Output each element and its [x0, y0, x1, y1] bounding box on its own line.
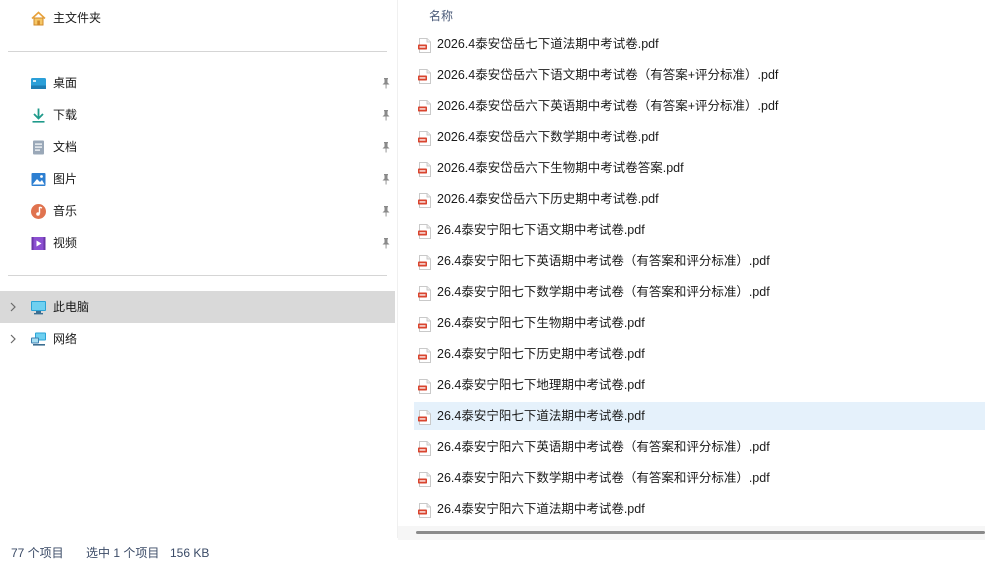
nav-item-music[interactable]: 音乐 — [0, 195, 395, 227]
file-row[interactable]: 26.4泰安宁阳七下生物期中考试卷.pdf — [414, 309, 985, 337]
documents-icon — [30, 139, 47, 156]
file-row[interactable]: 2026.4泰安岱岳六下数学期中考试卷.pdf — [414, 123, 985, 151]
status-size: 156 KB — [170, 546, 210, 560]
pdf-file-icon — [418, 131, 431, 146]
chevron-right-icon[interactable] — [8, 333, 18, 345]
pdf-file-icon — [418, 348, 431, 363]
file-row[interactable]: 26.4泰安宁阳七下数学期中考试卷（有答案和评分标准）.pdf — [414, 278, 985, 306]
nav-label-home: 主文件夹 — [53, 11, 102, 25]
pdf-file-icon — [418, 38, 431, 53]
nav-divider — [8, 275, 387, 276]
file-name: 2026.4泰安岱岳六下生物期中考试卷答案.pdf — [437, 161, 684, 175]
file-name: 2026.4泰安岱岳七下道法期中考试卷.pdf — [437, 37, 659, 51]
pin-icon[interactable] — [380, 109, 392, 121]
file-row[interactable]: 26.4泰安宁阳七下英语期中考试卷（有答案和评分标准）.pdf — [414, 247, 985, 275]
file-name: 26.4泰安宁阳七下数学期中考试卷（有答案和评分标准）.pdf — [437, 285, 770, 299]
file-name: 26.4泰安宁阳七下地理期中考试卷.pdf — [437, 378, 645, 392]
pdf-file-icon — [418, 193, 431, 208]
file-row[interactable]: 2026.4泰安岱岳六下生物期中考试卷答案.pdf — [414, 154, 985, 182]
nav-label-music: 音乐 — [53, 204, 78, 218]
network-icon — [30, 331, 47, 348]
status-selection: 选中 1 个项目 — [86, 546, 160, 560]
pin-icon[interactable] — [380, 173, 392, 185]
column-header-name[interactable]: 名称 — [429, 8, 453, 24]
videos-icon — [30, 235, 47, 252]
music-icon — [30, 203, 47, 220]
file-name: 26.4泰安宁阳六下道法期中考试卷.pdf — [437, 502, 645, 516]
pdf-file-icon — [418, 503, 431, 518]
pdf-file-icon — [418, 472, 431, 487]
nav-label-this-pc: 此电脑 — [53, 300, 90, 314]
file-row[interactable]: 26.4泰安宁阳六下道法期中考试卷.pdf — [414, 495, 985, 523]
pdf-file-icon — [418, 317, 431, 332]
pin-icon[interactable] — [380, 141, 392, 153]
nav-label-videos: 视频 — [53, 236, 78, 250]
nav-label-documents: 文档 — [53, 140, 78, 154]
desktop-icon — [30, 75, 47, 92]
file-name: 26.4泰安宁阳七下生物期中考试卷.pdf — [437, 316, 645, 330]
nav-divider — [8, 51, 387, 52]
download-icon — [30, 107, 47, 124]
nav-label-downloads: 下载 — [53, 108, 78, 122]
pdf-file-icon — [418, 162, 431, 177]
file-name: 2026.4泰安岱岳六下语文期中考试卷（有答案+评分标准）.pdf — [437, 68, 779, 82]
file-row[interactable]: 26.4泰安宁阳七下地理期中考试卷.pdf — [414, 371, 985, 399]
file-row[interactable]: 2026.4泰安岱岳六下语文期中考试卷（有答案+评分标准）.pdf — [414, 61, 985, 89]
file-row[interactable]: 26.4泰安宁阳七下道法期中考试卷.pdf — [414, 402, 985, 430]
status-bar: 77 个项目 选中 1 个项目 156 KB — [0, 540, 985, 567]
navigation-pane: 主文件夹 桌面 下载 文档 图片 音乐 视频 此电脑 网络 — [0, 0, 398, 538]
file-name: 26.4泰安宁阳七下语文期中考试卷.pdf — [437, 223, 645, 237]
pdf-file-icon — [418, 224, 431, 239]
pdf-file-icon — [418, 286, 431, 301]
file-list: 名称 2026.4泰安岱岳七下道法期中考试卷.pdf 2026.4泰安岱岳六下语文… — [398, 0, 985, 538]
file-row[interactable]: 26.4泰安宁阳六下数学期中考试卷（有答案和评分标准）.pdf — [414, 464, 985, 492]
nav-label-desktop: 桌面 — [53, 76, 78, 90]
pdf-file-icon — [418, 441, 431, 456]
file-name: 26.4泰安宁阳六下英语期中考试卷（有答案和评分标准）.pdf — [437, 440, 770, 454]
file-name: 26.4泰安宁阳六下数学期中考试卷（有答案和评分标准）.pdf — [437, 471, 770, 485]
nav-item-network[interactable]: 网络 — [0, 323, 395, 355]
file-name: 2026.4泰安岱岳六下数学期中考试卷.pdf — [437, 130, 659, 144]
chevron-right-icon[interactable] — [8, 301, 18, 313]
file-name: 26.4泰安宁阳七下英语期中考试卷（有答案和评分标准）.pdf — [437, 254, 770, 268]
nav-item-desktop[interactable]: 桌面 — [0, 67, 395, 99]
horizontal-scrollbar-thumb[interactable] — [416, 531, 985, 534]
nav-item-videos[interactable]: 视频 — [0, 227, 395, 259]
nav-label-pictures: 图片 — [53, 172, 78, 186]
pin-icon[interactable] — [380, 77, 392, 89]
pdf-file-icon — [418, 100, 431, 115]
home-icon — [30, 10, 47, 27]
this-pc-icon — [30, 299, 47, 316]
file-row[interactable]: 26.4泰安宁阳七下历史期中考试卷.pdf — [414, 340, 985, 368]
nav-item-this-pc[interactable]: 此电脑 — [0, 291, 395, 323]
nav-item-documents[interactable]: 文档 — [0, 131, 395, 163]
file-name: 26.4泰安宁阳七下历史期中考试卷.pdf — [437, 347, 645, 361]
pdf-file-icon — [418, 379, 431, 394]
pdf-file-icon — [418, 255, 431, 270]
pin-icon[interactable] — [380, 205, 392, 217]
pdf-file-icon — [418, 410, 431, 425]
pdf-file-icon — [418, 69, 431, 84]
file-row[interactable]: 2026.4泰安岱岳六下英语期中考试卷（有答案+评分标准）.pdf — [414, 92, 985, 120]
nav-item-home[interactable]: 主文件夹 — [0, 2, 395, 34]
file-name: 26.4泰安宁阳七下道法期中考试卷.pdf — [437, 409, 645, 423]
file-name: 2026.4泰安岱岳六下英语期中考试卷（有答案+评分标准）.pdf — [437, 99, 779, 113]
nav-item-downloads[interactable]: 下载 — [0, 99, 395, 131]
file-row[interactable]: 26.4泰安宁阳六下英语期中考试卷（有答案和评分标准）.pdf — [414, 433, 985, 461]
nav-label-network: 网络 — [53, 332, 78, 346]
pictures-icon — [30, 171, 47, 188]
file-row[interactable]: 2026.4泰安岱岳七下道法期中考试卷.pdf — [414, 30, 985, 58]
nav-item-pictures[interactable]: 图片 — [0, 163, 395, 195]
status-item-count: 77 个项目 — [11, 546, 64, 560]
file-row[interactable]: 2026.4泰安岱岳六下历史期中考试卷.pdf — [414, 185, 985, 213]
pin-icon[interactable] — [380, 237, 392, 249]
file-row[interactable]: 26.4泰安宁阳七下语文期中考试卷.pdf — [414, 216, 985, 244]
file-name: 2026.4泰安岱岳六下历史期中考试卷.pdf — [437, 192, 659, 206]
